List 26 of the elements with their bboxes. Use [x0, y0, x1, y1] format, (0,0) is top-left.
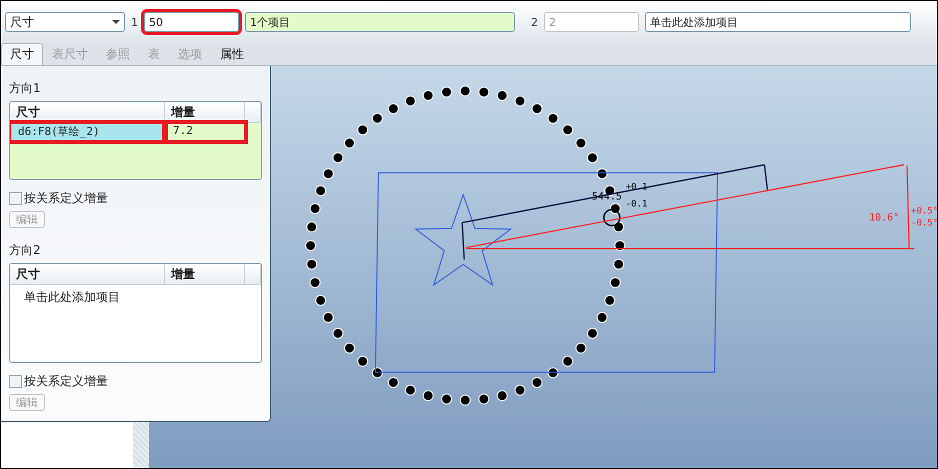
table-cell[interactable]: 7.2: [165, 123, 245, 141]
angle-tolerance-lower: -0.5°: [911, 218, 937, 229]
direction-label: 2: [531, 16, 538, 28]
type-dropdown[interactable]: 尺寸: [5, 12, 125, 32]
tolerance-lower: -0.1: [626, 200, 648, 210]
checkbox-label: 按关系定义增量: [24, 373, 108, 390]
add-item-field[interactable]: 单击此处添加项目: [645, 12, 911, 32]
section-title: 方向2: [9, 242, 42, 259]
caret-icon: [112, 20, 120, 24]
angle-value: 10.6°: [869, 212, 900, 224]
tab[interactable]: 属性: [211, 43, 253, 65]
count-field[interactable]: 50: [144, 12, 239, 32]
section-title: 方向1: [9, 80, 42, 97]
table-cell[interactable]: d6:F8(草绘_2): [10, 123, 165, 141]
angle-tolerance-upper: +0.5°: [911, 206, 937, 217]
dimension-value: 544.5: [592, 192, 622, 203]
column-header: 增量: [165, 102, 245, 123]
selected-point-icon: [603, 208, 621, 226]
column-header: 尺寸: [10, 264, 165, 285]
checkbox-label: 按关系定义增量: [24, 190, 108, 207]
items-field[interactable]: 1个项目: [245, 12, 515, 32]
checkbox[interactable]: [9, 192, 22, 205]
checkbox[interactable]: [9, 375, 22, 388]
direction-label: 1: [131, 16, 138, 28]
column-header: 增量: [165, 264, 245, 285]
tab[interactable]: 尺寸: [1, 43, 43, 65]
